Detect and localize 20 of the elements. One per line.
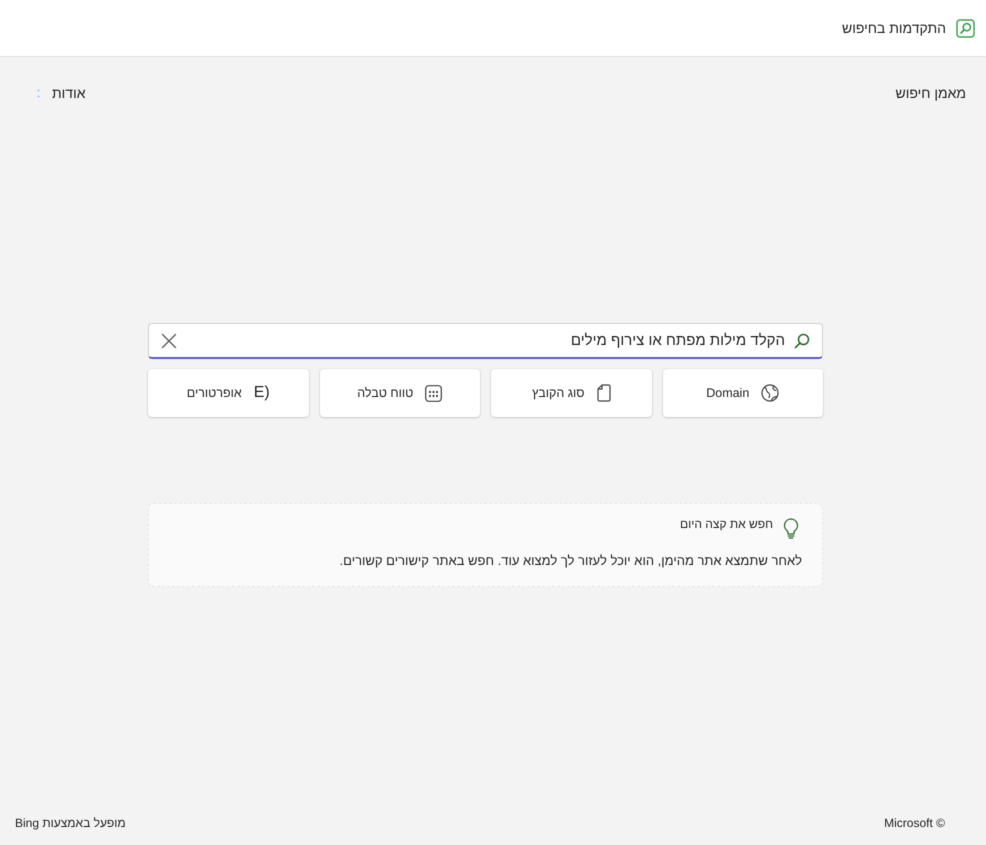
lightbulb-icon — [783, 518, 799, 539]
about-link[interactable]: אודות — [52, 85, 86, 101]
app-title: התקדמות בחיפוש — [842, 19, 946, 38]
search-input[interactable]: הקלד מילות מפתח או צירוף מילים — [190, 330, 785, 350]
copyright-text: © Microsoft — [884, 816, 945, 830]
search-icon — [956, 18, 975, 38]
table-range-button[interactable]: טווח טבלה — [320, 369, 480, 417]
close-icon — [161, 332, 177, 348]
tip-text: לאחר שתמצא אתר מהימן, הוא יוכל לעזור לך למצוא עוד. חפש באתר קישורים קשורים. — [340, 552, 802, 570]
search-field[interactable]: הקלד מילות מפתח או צירוף מילים — [148, 323, 823, 359]
document-icon — [596, 384, 611, 402]
file-type-button[interactable]: סוג הקובץ — [491, 369, 652, 417]
page-heading: מאמן חיפוש — [895, 85, 966, 101]
domain-button[interactable]: Domain — [662, 369, 823, 417]
dots-icon — [37, 88, 40, 98]
powered-by-text: מופעל באמצעות Bing — [15, 816, 126, 830]
globe-icon — [761, 384, 780, 402]
tip-title: חפש את קצה היום — [680, 516, 773, 532]
search-icon — [794, 332, 810, 348]
dots-grid-icon — [425, 384, 442, 402]
